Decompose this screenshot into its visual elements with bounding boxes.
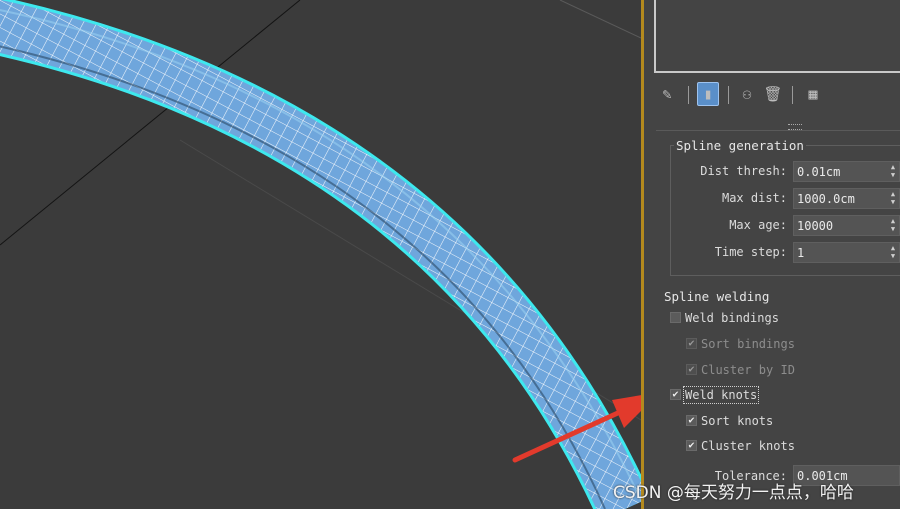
spinner-arrows-icon[interactable]: ▲ ▼ [889,191,897,206]
checkbox-box[interactable]: ✔ [686,415,697,426]
spinner-arrows-icon[interactable]: ▲ ▼ [889,245,897,260]
modifier-stack-list[interactable] [654,0,900,73]
max-dist-row: Max dist: 1000.0cm ▲ ▼ [670,188,900,210]
viewport-scene [0,0,641,509]
checkbox-box[interactable]: ✔ [686,364,697,375]
max-dist-value[interactable]: 1000.0cm [797,192,855,206]
grid-line [559,0,641,39]
weld-knots-label: Weld knots [682,386,760,404]
time-step-label: Time step: [714,245,787,259]
time-step-row: Time step: 1 ▲ ▼ [670,242,900,264]
perspective-viewport[interactable] [0,0,641,509]
cluster-by-id-label: Cluster by ID [701,363,795,377]
make-unique-icon[interactable]: ⚇ [736,82,758,106]
max-age-row: Max age: 10000 ▲ ▼ [670,215,900,237]
dist-thresh-value[interactable]: 0.01cm [797,165,840,179]
watermark: CSDN @每天努力一点点，哈哈 [613,483,854,503]
modifier-stack-toolbar: ✎ ▮ ⚇ 🗑 ▦ [652,82,892,108]
show-end-result-icon[interactable]: ▮ [697,82,719,106]
max-age-label: Max age: [729,218,787,232]
spline-welding-title: Spline welding [664,289,770,304]
rollout-divider [656,130,900,131]
dist-thresh-label: Dist thresh: [700,164,787,178]
dist-thresh-row: Dist thresh: 0.01cm ▲ ▼ [670,161,900,183]
weld-bindings-label: Weld bindings [685,311,779,325]
remove-modifier-icon[interactable]: 🗑 [762,82,784,106]
checkbox-box[interactable] [670,312,681,323]
spinner-arrows-icon[interactable]: ▲ ▼ [889,164,897,179]
checkbox-box[interactable]: ✔ [686,440,697,451]
toolbar-separator [792,86,793,104]
spline-generation-title: Spline generation [674,138,806,153]
dist-thresh-spinner[interactable]: 0.01cm ▲ ▼ [793,161,900,182]
checkbox-box[interactable]: ✔ [670,389,681,400]
time-step-spinner[interactable]: 1 ▲ ▼ [793,242,900,263]
cluster-knots-label: Cluster knots [701,439,795,453]
toolbar-separator [688,86,689,104]
checkbox-box[interactable]: ✔ [686,338,697,349]
pin-icon[interactable]: ✎ [656,82,678,106]
sort-bindings-label: Sort bindings [701,337,795,351]
max-age-spinner[interactable]: 10000 ▲ ▼ [793,215,900,236]
tube-selection-outline [0,0,641,509]
command-panel: ✎ ▮ ⚇ 🗑 ▦ Spline generation Dist thresh:… [644,0,900,509]
sort-knots-label: Sort knots [701,414,774,428]
max-dist-spinner[interactable]: 1000.0cm ▲ ▼ [793,188,900,209]
spinner-arrows-icon[interactable]: ▲ ▼ [889,218,897,233]
max-age-value[interactable]: 10000 [797,219,833,233]
tube-mesh [0,0,641,509]
time-step-value[interactable]: 1 [797,246,804,260]
configure-modifier-sets-icon[interactable]: ▦ [802,82,824,106]
max-dist-label: Max dist: [721,191,787,205]
toolbar-separator [728,86,729,104]
